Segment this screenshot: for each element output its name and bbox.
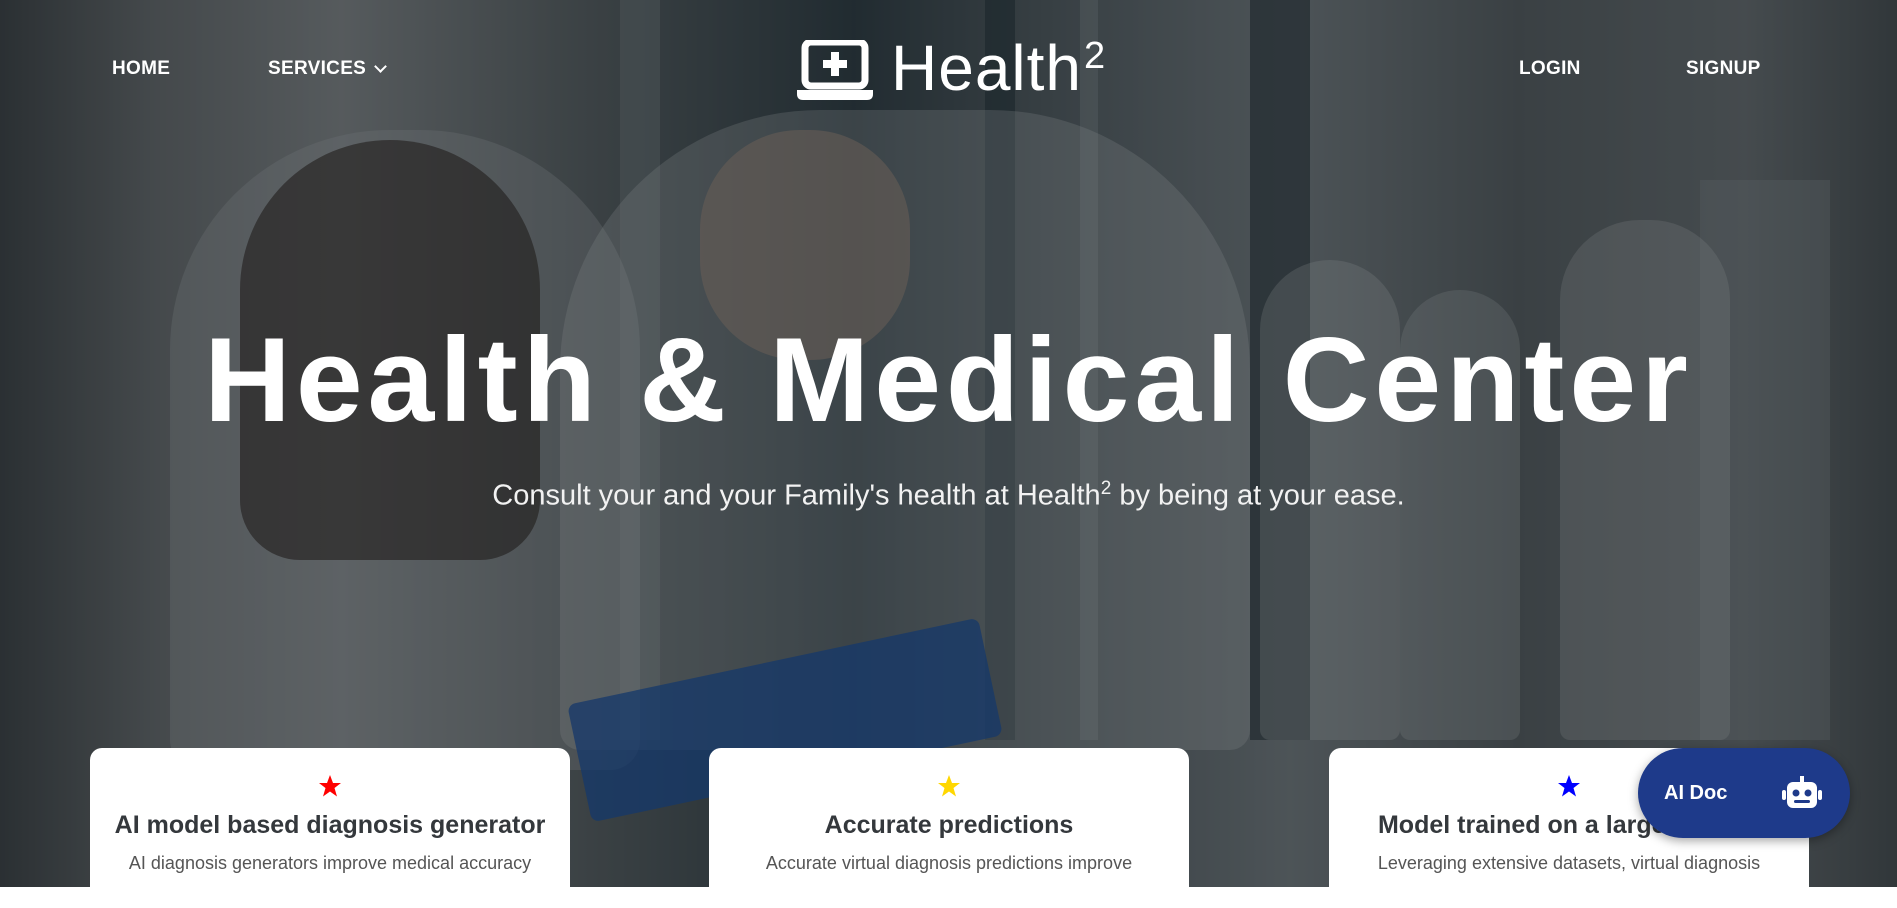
logo-text: Health2	[891, 32, 1107, 104]
star-icon	[1558, 775, 1580, 797]
ai-doc-button[interactable]: AI Doc	[1638, 748, 1850, 838]
star-icon	[938, 775, 960, 797]
nav-home-link[interactable]: HOME	[112, 58, 170, 80]
robot-icon	[1782, 776, 1822, 808]
card-text: Leveraging extensive datasets, virtual d…	[1377, 853, 1761, 873]
card-text: AI diagnosis generators improve medical …	[128, 853, 532, 873]
laptop-medical-icon	[797, 40, 873, 100]
nav-services-label: SERVICES	[268, 58, 367, 79]
hero-title: Health & Medical Center	[204, 313, 1693, 447]
hero-subtitle: Consult your and your Family's health at…	[492, 478, 1405, 512]
card-text: Accurate virtual diagnosis predictions i…	[765, 853, 1133, 873]
login-link[interactable]: LOGIN	[1519, 58, 1581, 80]
card-title: AI model based diagnosis generator	[114, 811, 546, 839]
ai-doc-label: AI Doc	[1664, 781, 1728, 804]
star-icon	[319, 775, 341, 797]
chevron-down-icon	[374, 60, 388, 73]
feature-card-accurate-predictions: Accurate predictions Accurate virtual di…	[709, 748, 1189, 908]
feature-card-ai-diagnosis: AI model based diagnosis generator AI di…	[90, 748, 570, 908]
nav-services-dropdown[interactable]: SERVICES	[268, 58, 388, 80]
site-logo[interactable]: Health2	[795, 32, 1106, 104]
card-title: Accurate predictions	[824, 811, 1074, 839]
signup-link[interactable]: SIGNUP	[1686, 58, 1761, 80]
